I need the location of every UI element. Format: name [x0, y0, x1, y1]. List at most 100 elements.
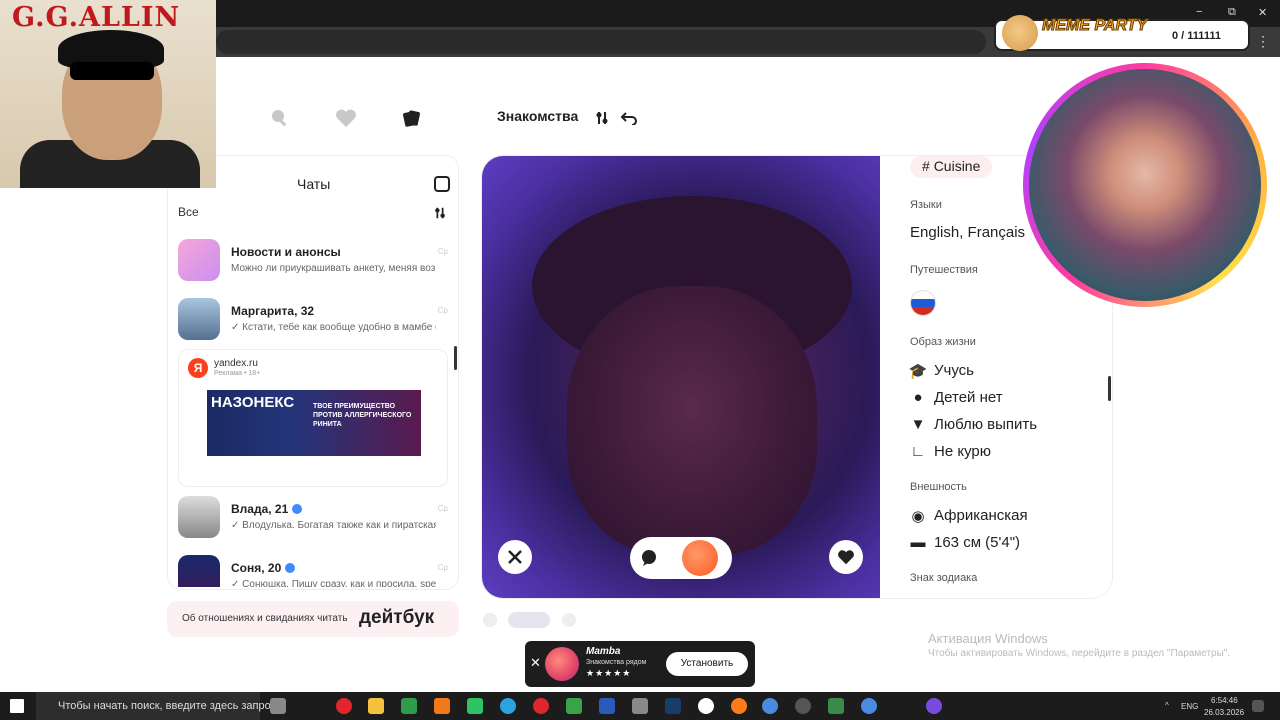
firefox-icon[interactable] — [731, 698, 747, 714]
appearance-label: Внешность — [910, 481, 967, 493]
chat-preview: ✓ Сонюшка, Пишу сразу, как и просила, sp… — [231, 579, 436, 587]
taskbar-search-placeholder: Чтобы начать поиск, введите здесь запрос — [58, 700, 277, 712]
datebook-logo: дейтбук — [359, 607, 435, 628]
chat-name: Маргарита, 32 — [231, 304, 315, 318]
verified-icon — [285, 563, 296, 573]
datebook-promo[interactable]: Об отношениях и свиданиях читать дейтбук — [167, 601, 459, 637]
chat-time: Ср — [437, 563, 448, 572]
dating-cards-icon[interactable] — [399, 106, 423, 130]
taskbar-search[interactable]: Чтобы начать поиск, введите здесь запрос — [36, 692, 276, 720]
app-icon[interactable] — [926, 698, 942, 714]
windows-start-icon[interactable] — [10, 699, 24, 713]
explorer-icon[interactable] — [368, 698, 384, 714]
language-indicator[interactable]: ENG — [1181, 702, 1198, 711]
vlc-icon[interactable] — [434, 698, 450, 714]
chat-time: Ср — [437, 306, 448, 315]
activation-watermark-text: Чтобы активировать Windows, перейдите в … — [928, 648, 1231, 659]
mamba-name: Mamba — [586, 646, 621, 657]
activation-watermark-title: Активация Windows — [928, 631, 1048, 646]
app-icon[interactable] — [566, 698, 582, 714]
chat-like-button[interactable] — [630, 537, 732, 579]
webcam-feed — [1029, 69, 1261, 301]
chrome-icon[interactable] — [762, 698, 778, 714]
clock-date[interactable]: 26.03.2026 — [1204, 708, 1244, 717]
mamba-logo-icon — [545, 647, 579, 681]
avatar — [178, 496, 220, 538]
app-icon[interactable] — [401, 698, 417, 714]
chat-row-news[interactable]: Новости и анонсы Можно ли приукрашивать … — [178, 239, 450, 289]
address-bar[interactable] — [216, 30, 986, 54]
avatar — [178, 239, 220, 281]
heart-icon — [838, 550, 854, 565]
page-title: Знакомства — [497, 108, 579, 124]
details-scrollbar[interactable] — [1108, 376, 1111, 401]
lifestyle-label: Образ жизни — [910, 336, 976, 348]
appearance-ethnicity: ◉ Африканская — [911, 507, 1028, 525]
profile-photo[interactable] — [482, 156, 880, 598]
install-button[interactable]: Установить — [666, 652, 748, 676]
zodiac-label: Знак зодиака — [910, 572, 978, 584]
chrome-icon[interactable] — [861, 698, 877, 714]
chats-title: Чаты — [297, 176, 331, 192]
filter-icon[interactable] — [590, 106, 614, 130]
travel-label: Путешествия — [910, 264, 978, 276]
task-view-icon[interactable] — [270, 698, 286, 714]
mamba-rating: ★★★★★ — [586, 668, 632, 678]
interest-tag: # Cuisine — [910, 156, 993, 178]
languages-value: English, Français — [910, 224, 1026, 241]
app-icon[interactable] — [828, 698, 844, 714]
tray-chevron-icon[interactable]: ^ — [1165, 701, 1169, 710]
app-icon[interactable] — [795, 698, 811, 714]
ad-tag: Реклама • 18+ — [214, 370, 261, 377]
close-window-button[interactable]: ✕ — [1258, 6, 1267, 19]
chat-preview: Можно ли приукрашивать анкету, меняя воз… — [231, 263, 436, 274]
prev-photo-button[interactable] — [483, 613, 497, 627]
close-banner-button[interactable]: ✕ — [530, 655, 541, 671]
overlay-figure-glasses — [70, 62, 154, 80]
meme-party-label: MEME PARTY — [1041, 17, 1148, 35]
app-icon[interactable] — [467, 698, 483, 714]
likes-icon[interactable] — [334, 106, 358, 130]
maximize-button[interactable]: ⧉ — [1228, 6, 1236, 19]
chat-filter-all[interactable]: Все — [178, 205, 199, 219]
next-photo-button[interactable] — [562, 613, 576, 627]
like-button[interactable] — [829, 540, 863, 574]
yandex-browser-icon[interactable] — [698, 698, 714, 714]
opera-icon[interactable] — [336, 698, 352, 714]
chat-row-sonya[interactable]: Соня, 20 ✓ Сонюшка, Пишу сразу, как и пр… — [178, 555, 450, 587]
overlay-title: G.G.ALLIN — [12, 2, 181, 33]
chat-row-margarita[interactable]: Маргарита, 32 ✓ Кстати, тебе как вообще … — [178, 298, 450, 348]
minimize-button[interactable]: − — [1196, 6, 1202, 18]
avatar — [178, 555, 220, 587]
dislike-button[interactable] — [498, 540, 532, 574]
undo-icon[interactable] — [617, 106, 641, 130]
mamba-install-banner: ✕ Mamba Знакомства рядом ★★★★★ Установит… — [525, 641, 755, 687]
face-icon: ◉ — [911, 507, 925, 525]
photo-pager — [508, 612, 550, 628]
app-icon[interactable] — [632, 698, 648, 714]
windows-taskbar: Чтобы начать поиск, введите здесь запрос… — [0, 692, 1280, 720]
ad-banner[interactable]: НАЗОНЕКС ТВОЕ ПРЕИМУЩЕСТВО ПРОТИВ АЛЛЕРГ… — [207, 390, 421, 456]
close-icon — [508, 550, 522, 564]
new-chat-icon[interactable] — [434, 176, 450, 192]
telegram-icon[interactable] — [500, 698, 516, 714]
chat-filter-icon[interactable] — [433, 206, 447, 225]
browser-menu-icon[interactable]: ⋮ — [1256, 33, 1270, 50]
chats-scrollbar[interactable] — [454, 346, 457, 370]
streamer-webcam — [1023, 63, 1267, 307]
search-icon[interactable] — [268, 106, 292, 130]
photo-face — [567, 286, 817, 556]
yandex-ad[interactable]: Я yandex.ru Реклама • 18+ НАЗОНЕКС ТВОЕ … — [178, 349, 448, 487]
stream-overlay-gg-allin: G.G.ALLIN — [0, 0, 216, 188]
opera-gx-icon[interactable] — [533, 698, 549, 714]
chat-name: Новости и анонсы — [231, 245, 341, 259]
avatar — [178, 298, 220, 340]
word-icon[interactable] — [599, 698, 615, 714]
notifications-icon[interactable] — [1252, 700, 1264, 712]
clock-time[interactable]: 6:54:46 — [1211, 696, 1238, 705]
languages-label: Языки — [910, 199, 942, 211]
promo-text: Об отношениях и свиданиях читать — [182, 613, 348, 624]
photoshop-icon[interactable] — [665, 698, 681, 714]
ruler-icon: ▬ — [910, 534, 926, 551]
chat-row-vlada[interactable]: Влада, 21 ✓ Влодулька. Богатая также как… — [178, 496, 450, 546]
